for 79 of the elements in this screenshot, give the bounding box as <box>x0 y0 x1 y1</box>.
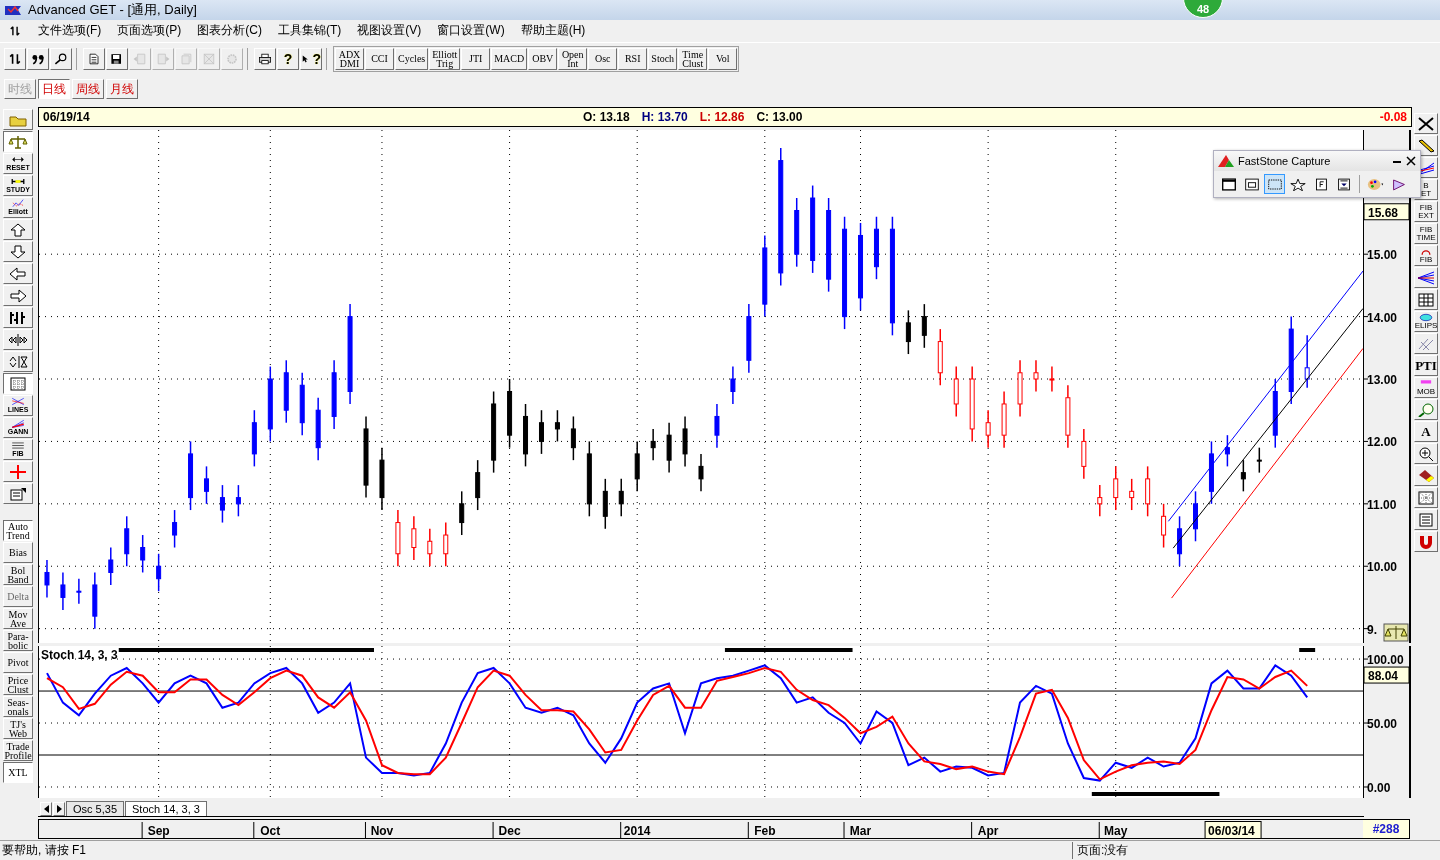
tool-button[interactable]: FIB <box>1414 245 1438 267</box>
x-axis-label: Feb <box>754 824 776 839</box>
tool-button[interactable]: XTL <box>3 762 33 784</box>
x-axis-label: Nov <box>370 824 394 839</box>
toolbar-button[interactable]: ? <box>277 47 299 70</box>
window-title: Advanced GET - [通用, Daily] <box>28 0 197 19</box>
x-axis-label: Sep <box>147 824 170 839</box>
value-marker: 88.04 <box>1363 666 1410 684</box>
y-axis-label: 11.00 <box>1367 498 1397 513</box>
tool-button[interactable]: Auto Trend <box>3 520 33 542</box>
toolbar-button[interactable]: ? <box>300 47 322 70</box>
chart-title: Stoch 14, 3, 3 <box>41 648 118 663</box>
tool-button[interactable]: FIB TIME <box>1414 223 1438 245</box>
cursor-date: 06/03/14 <box>1204 821 1262 840</box>
x-axis-label: 2014 <box>623 824 651 839</box>
value-marker: 15.68 <box>1363 203 1410 221</box>
tool-button[interactable]: FIB EXT <box>1414 201 1438 223</box>
indicator-button[interactable]: OBV <box>528 47 558 70</box>
tool-button[interactable]: Bol Band <box>3 564 33 586</box>
x-axis-label: Apr <box>977 824 999 839</box>
quote-value: O: 13.18 <box>583 110 630 125</box>
indicator-button[interactable]: MACD <box>491 47 528 70</box>
indicator-button[interactable]: Cycles <box>395 47 429 70</box>
quote-value: H: 13.70 <box>641 110 688 125</box>
y-axis-label: 100.00 <box>1367 653 1404 668</box>
tool-button[interactable]: ELIPS <box>1414 311 1438 333</box>
indicator-tab[interactable]: Osc 5,35 <box>66 801 125 817</box>
y-axis-label: 50.00 <box>1367 717 1398 732</box>
menu-item[interactable]: 图表分析(C) <box>197 22 262 40</box>
indicator-button[interactable]: RSI <box>618 47 648 70</box>
y-axis-label: 0.00 <box>1367 781 1391 796</box>
price-change: -0.08 <box>1379 110 1407 125</box>
y-axis-label: 14.00 <box>1367 310 1398 325</box>
timeframe-tab[interactable]: 月线 <box>106 79 138 100</box>
tool-button[interactable]: Bias <box>3 542 33 564</box>
indicator-button[interactable]: ADX DMI <box>335 47 364 70</box>
indicator-button[interactable]: Osc <box>588 47 618 70</box>
tool-button[interactable]: Trade Profile <box>3 740 33 762</box>
status-page: 页面:没有 <box>1072 842 1129 860</box>
x-axis-label: Oct <box>260 824 281 839</box>
timeframe-tab[interactable]: 日线 <box>38 79 70 100</box>
indicator-button[interactable]: Vol <box>708 47 738 70</box>
y-axis-label: 15.00 <box>1367 248 1398 263</box>
bar-number: #288 <box>1363 820 1409 839</box>
quote-value: L: 12.86 <box>699 110 745 125</box>
tool-button[interactable]: Para- bolic <box>3 630 33 652</box>
status-text: 要帮助, 请按 F1 <box>1 842 87 860</box>
indicator-button[interactable]: Time Clust <box>678 47 708 70</box>
x-axis-label: Dec <box>498 824 521 839</box>
quote-date: 06/19/14 <box>43 110 91 125</box>
tool-button[interactable]: PTI <box>1414 355 1438 377</box>
tool-button[interactable]: TJ's Web <box>3 718 33 740</box>
tool-button[interactable]: Mov Ave <box>3 608 33 630</box>
tool-button[interactable]: MOB <box>1414 377 1438 399</box>
window-title: FastStone Capture <box>1238 155 1332 167</box>
indicator-button[interactable]: Elliott Trig <box>429 47 461 70</box>
indicator-button[interactable]: Stoch <box>648 47 678 70</box>
y-axis-label: 13.00 <box>1367 373 1398 388</box>
tool-button[interactable]: A <box>1414 421 1438 443</box>
x-axis-label: Mar <box>849 824 872 839</box>
timeframe-tab[interactable]: 周线 <box>72 79 104 100</box>
tool-button[interactable]: Pivot <box>3 652 33 674</box>
menu-item[interactable]: 页面选项(P) <box>117 22 182 40</box>
y-axis-label: 9. <box>1367 622 1377 637</box>
tool-button[interactable]: Price Clust <box>3 674 33 696</box>
tool-button[interactable]: Seas- onals <box>3 696 33 718</box>
menu-item[interactable]: 窗口设置(W) <box>437 22 505 40</box>
y-axis-label: 10.00 <box>1367 560 1398 575</box>
x-axis-label: May <box>1104 824 1128 839</box>
indicator-button[interactable]: CCI <box>365 47 394 70</box>
menu-item[interactable]: 帮助主题(H) <box>520 22 586 40</box>
menu-item[interactable]: 工具集锦(T) <box>278 22 342 40</box>
menu-item[interactable]: 文件选项(F) <box>38 22 102 40</box>
menu-item[interactable]: 视图设置(V) <box>357 22 422 40</box>
quote-value: C: 13.00 <box>756 110 803 125</box>
indicator-button[interactable]: Open Int <box>558 47 588 70</box>
indicator-button[interactable]: JTI <box>461 47 491 70</box>
y-axis-label: 12.00 <box>1367 435 1398 450</box>
indicator-tab[interactable]: Stoch 14, 3, 3 <box>125 801 207 817</box>
